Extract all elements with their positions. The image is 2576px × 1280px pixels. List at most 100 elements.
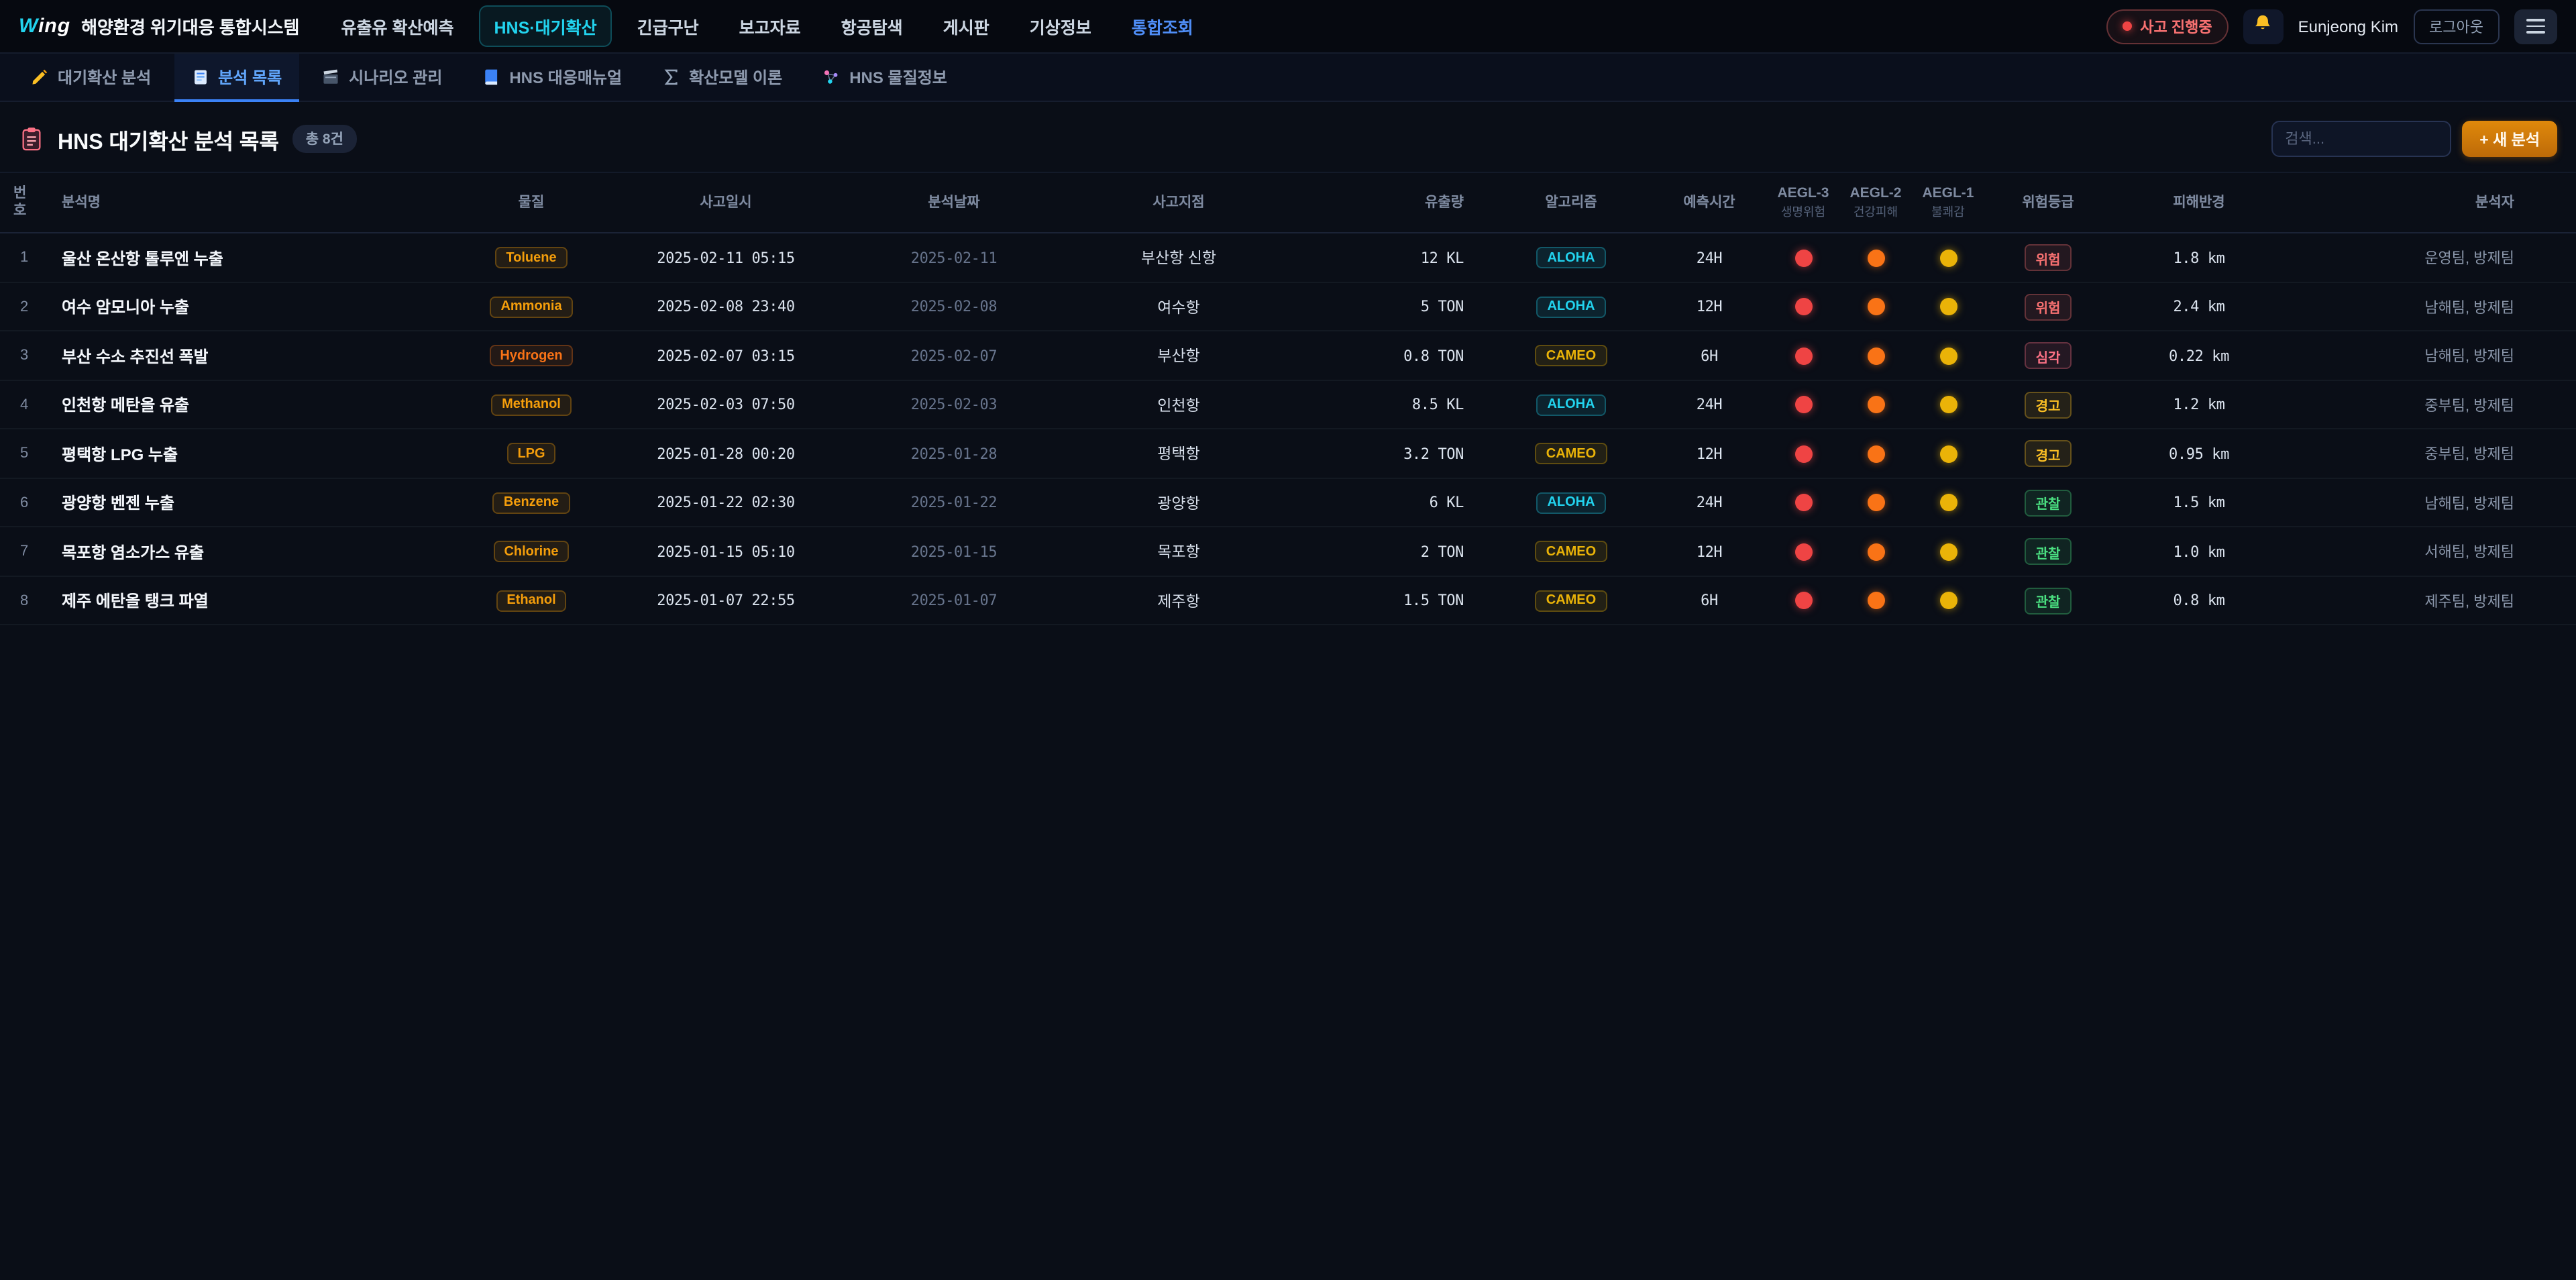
nav-item-7[interactable]: 기상정보	[1015, 5, 1106, 47]
analyst-name: 남해팀, 방제팀	[2424, 492, 2514, 513]
spill-amount: 8.5 KL	[1412, 396, 1464, 413]
column-header: 분석날짜	[840, 194, 1068, 211]
tab-5[interactable]: 확산모델 이론	[645, 54, 800, 101]
damage-radius: 1.0 km	[2173, 543, 2224, 560]
accident-location: 평택항	[1157, 443, 1200, 464]
menu-button[interactable]	[2514, 9, 2557, 44]
table-row[interactable]: 7목포항 염소가스 유출Chlorine2025-01-15 05:102025…	[0, 528, 2576, 577]
page-header: HNS 대기확산 분석 목록 총 8건 + 새 분석	[0, 102, 2576, 172]
nav-item-4[interactable]: 보고자료	[724, 5, 816, 47]
accident-location: 광양항	[1157, 492, 1200, 513]
tab-4[interactable]: HNS 대응매뉴얼	[465, 54, 639, 101]
risk-grade-badge: 심각	[2025, 342, 2072, 369]
page-title: HNS 대기확산 분석 목록	[58, 123, 279, 155]
column-header: 번호	[13, 185, 62, 221]
column-header: 분석자	[2286, 194, 2514, 211]
accident-datetime: 2025-02-11 05:15	[657, 249, 795, 266]
analyst-name: 제주팀, 방제팀	[2424, 590, 2514, 611]
algorithm-badge: ALOHA	[1536, 394, 1605, 415]
search-input[interactable]	[2271, 121, 2451, 157]
nav-item-1[interactable]: 유출유 확산예측	[327, 5, 469, 47]
analysis-date: 2025-02-11	[911, 249, 997, 266]
algorithm-badge: CAMEO	[1536, 590, 1607, 611]
nav-item-6[interactable]: 게시판	[928, 5, 1004, 47]
analysis-name: 여수 암모니아 누출	[62, 295, 189, 318]
table-row[interactable]: 2여수 암모니아 누출Ammonia2025-02-08 23:402025-0…	[0, 283, 2576, 332]
analyst-name: 남해팀, 방제팀	[2424, 296, 2514, 317]
accident-location: 제주항	[1157, 590, 1200, 611]
notifications-button[interactable]	[2243, 9, 2284, 44]
spill-amount: 6 KL	[1430, 494, 1464, 511]
analysis-name: 제주 에탄올 탱크 파열	[62, 589, 209, 612]
risk-grade-badge: 관찰	[2025, 489, 2072, 516]
accident-location: 여수항	[1157, 296, 1200, 317]
user-name: Eunjeong Kim	[2298, 17, 2398, 36]
spill-amount: 2 TON	[1421, 543, 1464, 560]
tab-label: HNS 물질정보	[849, 66, 947, 89]
prediction-duration: 24H	[1697, 249, 1723, 266]
aegl2-dot	[1867, 347, 1884, 364]
clapper-icon	[322, 68, 339, 86]
analyst-name: 서해팀, 방제팀	[2424, 541, 2514, 562]
nav-item-8[interactable]: 통합조회	[1117, 5, 1208, 47]
nav-item-3[interactable]: 긴급구난	[623, 5, 714, 47]
column-header: 사고일시	[612, 194, 840, 211]
prediction-duration: 12H	[1697, 543, 1723, 560]
analyst-name: 중부팀, 방제팀	[2424, 443, 2514, 464]
analysis-date: 2025-02-08	[911, 298, 997, 315]
spill-amount: 3.2 TON	[1403, 445, 1464, 462]
logo-mark: Wing	[19, 15, 70, 38]
aegl3-dot	[1794, 494, 1812, 511]
table-row[interactable]: 5평택항 LPG 누출LPG2025-01-28 00:202025-01-28…	[0, 430, 2576, 479]
app-title: 해양환경 위기대응 통합시스템	[81, 13, 299, 39]
accident-location: 부산항	[1157, 345, 1200, 366]
nav-item-5[interactable]: 항공탐색	[826, 5, 918, 47]
table-row[interactable]: 6광양항 벤젠 누출Benzene2025-01-22 02:302025-01…	[0, 479, 2576, 528]
row-number: 6	[13, 494, 28, 511]
table-row[interactable]: 3부산 수소 추진선 폭발Hydrogen2025-02-07 03:15202…	[0, 332, 2576, 381]
accident-location: 인천항	[1157, 394, 1200, 415]
substance-badge: Chlorine	[493, 541, 569, 562]
analyst-name: 중부팀, 방제팀	[2424, 394, 2514, 415]
spill-amount: 1.5 TON	[1403, 592, 1464, 609]
substance-badge: Methanol	[491, 394, 572, 415]
aegl1-dot	[1939, 347, 1957, 364]
column-header: AEGL-1불쾌감	[1912, 185, 1984, 221]
incident-status-badge: 사고 진행중	[2106, 9, 2228, 44]
algorithm-badge: ALOHA	[1536, 296, 1605, 317]
app-root: Wing 해양환경 위기대응 통합시스템 유출유 확산예측HNS·대기확산 긴급구…	[0, 0, 2576, 1280]
hamburger-icon	[2526, 19, 2545, 21]
aegl2-dot	[1867, 249, 1884, 266]
table-row[interactable]: 1울산 온산항 톨루엔 누출Toluene2025-02-11 05:15202…	[0, 234, 2576, 283]
tab-6[interactable]: HNS 물질정보	[805, 54, 965, 101]
row-number: 5	[13, 445, 28, 462]
tab-1[interactable]: 대기확산 분석	[13, 54, 168, 101]
topbar-right: 사고 진행중 Eunjeong Kim 로그아웃	[2106, 9, 2557, 44]
tab-3[interactable]: 시나리오 관리	[305, 54, 460, 101]
column-header: 사고지점	[1068, 194, 1289, 211]
nav-item-2[interactable]: HNS·대기확산	[479, 5, 611, 47]
tab-2[interactable]: 분석 목록	[174, 54, 299, 101]
table-row[interactable]: 8제주 에탄올 탱크 파열Ethanol2025-01-07 22:552025…	[0, 577, 2576, 626]
damage-radius: 1.8 km	[2173, 249, 2224, 266]
logout-button[interactable]: 로그아웃	[2413, 9, 2500, 44]
analysis-date: 2025-02-03	[911, 396, 997, 413]
analysis-name: 광양항 벤젠 누출	[62, 491, 174, 514]
analyst-name: 남해팀, 방제팀	[2424, 345, 2514, 366]
accident-datetime: 2025-01-07 22:55	[657, 592, 795, 609]
clipboard-icon	[19, 126, 44, 152]
aegl3-dot	[1794, 298, 1812, 315]
aegl1-dot	[1939, 592, 1957, 609]
aegl1-dot	[1939, 445, 1957, 462]
table-row[interactable]: 4인천항 메탄올 유출Methanol2025-02-03 07:502025-…	[0, 381, 2576, 430]
prediction-duration: 24H	[1697, 494, 1723, 511]
aegl2-dot	[1867, 592, 1884, 609]
new-analysis-button[interactable]: + 새 분석	[2462, 121, 2557, 157]
total-count-badge: 총 8건	[292, 125, 357, 153]
column-header: 유출량	[1289, 194, 1491, 211]
analysis-date: 2025-01-07	[911, 592, 997, 609]
prediction-duration: 24H	[1697, 396, 1723, 413]
damage-radius: 1.2 km	[2173, 396, 2224, 413]
accident-datetime: 2025-02-03 07:50	[657, 396, 795, 413]
algorithm-badge: CAMEO	[1536, 541, 1607, 562]
